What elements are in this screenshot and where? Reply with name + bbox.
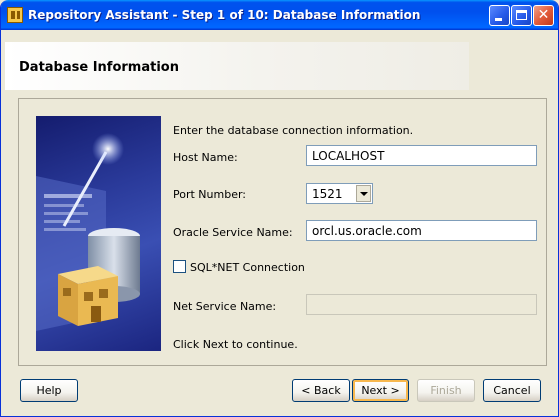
finish-button[interactable]: Finish [417,379,475,402]
sqlnet-connection-label[interactable]: SQL*NET Connection [190,261,305,274]
help-button[interactable]: Help [20,379,78,402]
host-name-label: Host Name: [173,151,238,164]
wizard-window: Repository Assistant - Step 1 of 10: Dat… [0,0,559,417]
close-button[interactable]: ✕ [533,5,554,26]
page-title: Database Information [19,60,179,75]
sqlnet-connection-checkbox[interactable] [173,260,186,273]
net-service-name-input[interactable] [306,294,537,315]
port-number-label: Port Number: [173,188,247,201]
instruction-text: Enter the database connection informatio… [173,124,414,137]
cancel-button[interactable]: Cancel [483,379,541,402]
back-button[interactable]: < Back [292,379,350,402]
title-bar[interactable]: Repository Assistant - Step 1 of 10: Dat… [1,0,558,30]
continue-text: Click Next to continue. [173,338,298,351]
port-number-value: 1521 [312,187,343,201]
host-name-input[interactable]: LOCALHOST [306,145,537,166]
wizard-illustration [36,116,161,351]
dropdown-arrow-icon [360,192,368,196]
close-icon: ✕ [537,7,550,23]
wizard-illustration-icon [36,133,140,331]
oracle-service-name-input[interactable]: orcl.us.oracle.com [306,220,537,241]
minimize-icon [495,18,502,21]
port-number-combo[interactable]: 1521 [306,183,373,204]
port-dropdown-button[interactable] [356,185,371,202]
maximize-icon [516,10,527,20]
oracle-service-name-label: Oracle Service Name: [173,226,293,239]
next-button[interactable]: Next > [352,379,409,402]
minimize-button[interactable] [489,5,510,26]
maximize-button[interactable] [511,5,532,26]
app-icon[interactable] [7,7,23,23]
net-service-name-label: Net Service Name: [173,300,277,313]
window-title: Repository Assistant - Step 1 of 10: Dat… [28,8,421,22]
